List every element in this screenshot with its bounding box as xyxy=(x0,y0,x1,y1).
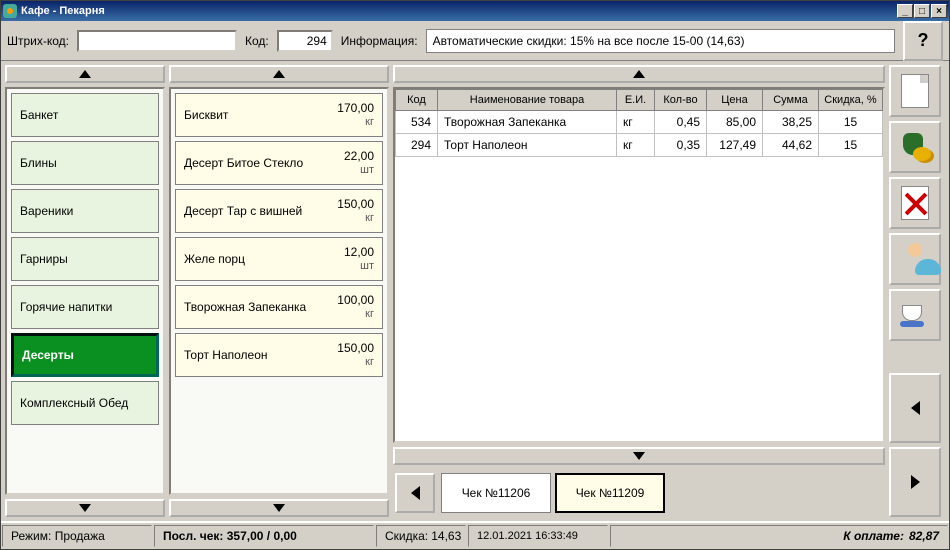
sidebar-prev[interactable] xyxy=(889,373,941,443)
col-disc: Скидка, % xyxy=(819,90,883,111)
categories-scroll-up[interactable] xyxy=(5,65,165,83)
sidebar-next[interactable] xyxy=(889,447,941,517)
receipt-scroll-down[interactable] xyxy=(393,447,885,465)
window-title: Кафе - Пекарня xyxy=(21,5,897,17)
category-button[interactable]: Горячие напитки xyxy=(11,285,159,329)
product-button[interactable]: Десерт Битое Стекло 22,00шт xyxy=(175,141,383,185)
new-doc-button[interactable] xyxy=(889,65,941,117)
product-price: 170,00 xyxy=(337,101,374,115)
app-icon xyxy=(3,4,17,18)
products-scroll-down[interactable] xyxy=(169,499,389,517)
product-button[interactable]: Желе порц 12,00шт xyxy=(175,237,383,281)
category-button[interactable]: Комплексный Обед xyxy=(11,381,159,425)
help-button[interactable]: ? xyxy=(903,21,943,61)
barcode-label: Штрих-код: xyxy=(7,34,69,48)
col-price: Цена xyxy=(707,90,763,111)
product-name: Десерт Битое Стекло xyxy=(184,156,303,170)
code-input[interactable] xyxy=(277,30,333,52)
titlebar: Кафе - Пекарня _ □ × xyxy=(1,1,949,21)
status-last-check: Посл. чек: 357,00 / 0,00 xyxy=(154,525,374,547)
customer-button[interactable] xyxy=(889,233,941,285)
code-label: Код: xyxy=(245,34,269,48)
product-unit: шт xyxy=(344,164,374,177)
product-unit: кг xyxy=(337,116,374,129)
product-unit: шт xyxy=(344,260,374,273)
main-area: БанкетБлиныВареникиГарнирыГорячие напитк… xyxy=(1,61,949,521)
category-button[interactable]: Вареники xyxy=(11,189,159,233)
status-discount: Скидка: 14,63 xyxy=(376,525,466,547)
product-button[interactable]: Бисквит 170,00кг xyxy=(175,93,383,137)
receipt-tab[interactable]: Чек №11206 xyxy=(441,473,551,513)
col-unit: Е.И. xyxy=(617,90,655,111)
close-button[interactable]: × xyxy=(931,4,947,18)
product-unit: кг xyxy=(337,308,374,321)
product-name: Желе порц xyxy=(184,252,245,266)
products-scroll-up[interactable] xyxy=(169,65,389,83)
receipt-table: Код Наименование товара Е.И. Кол-во Цена… xyxy=(395,89,883,157)
product-button[interactable]: Творожная Запеканка 100,00кг xyxy=(175,285,383,329)
category-button[interactable]: Банкет xyxy=(11,93,159,137)
toolbar: Штрих-код: Код: Информация: Автоматическ… xyxy=(1,21,949,61)
payment-button[interactable] xyxy=(889,121,941,173)
info-box: Автоматические скидки: 15% на все после … xyxy=(426,29,895,53)
product-price: 100,00 xyxy=(337,293,374,307)
sidebar xyxy=(889,65,945,517)
categories-list: БанкетБлиныВареникиГарнирыГорячие напитк… xyxy=(5,87,165,495)
receipt-column: Код Наименование товара Е.И. Кол-во Цена… xyxy=(393,65,885,517)
receipt-box: Код Наименование товара Е.И. Кол-во Цена… xyxy=(393,87,885,443)
person-icon xyxy=(902,243,928,275)
col-name: Наименование товара xyxy=(438,90,617,111)
category-button[interactable]: Блины xyxy=(11,141,159,185)
product-price: 150,00 xyxy=(337,341,374,355)
product-price: 22,00 xyxy=(344,149,374,163)
col-sum: Сумма xyxy=(763,90,819,111)
minimize-button[interactable]: _ xyxy=(897,4,913,18)
product-name: Творожная Запеканка xyxy=(184,300,306,314)
product-name: Бисквит xyxy=(184,108,228,122)
status-mode: Режим: Продажа xyxy=(2,525,152,547)
document-icon xyxy=(901,74,929,108)
product-unit: кг xyxy=(337,212,374,225)
product-name: Десерт Тар с вишней xyxy=(184,204,302,218)
product-unit: кг xyxy=(337,356,374,369)
receipt-tab[interactable]: Чек №11209 xyxy=(555,473,665,513)
statusbar: Режим: Продажа Посл. чек: 357,00 / 0,00 … xyxy=(1,521,949,549)
col-qty: Кол-во xyxy=(655,90,707,111)
status-datetime: 12.01.2021 16:33:49 xyxy=(468,525,608,547)
col-code: Код xyxy=(396,90,438,111)
product-button[interactable]: Десерт Тар с вишней 150,00кг xyxy=(175,189,383,233)
tabs-row: Чек №11206Чек №11209 xyxy=(393,469,885,517)
waiter-icon xyxy=(900,301,930,329)
money-icon xyxy=(899,133,931,161)
barcode-input[interactable] xyxy=(77,30,237,52)
category-button[interactable]: Гарниры xyxy=(11,237,159,281)
table-row[interactable]: 294Торт Наполеонкг0,35127,4944,6215 xyxy=(396,134,883,157)
maximize-button[interactable]: □ xyxy=(914,4,930,18)
table-row[interactable]: 534Творожная Запеканкакг0,4585,0038,2515 xyxy=(396,111,883,134)
tabs-prev[interactable] xyxy=(395,473,435,513)
product-price: 150,00 xyxy=(337,197,374,211)
waiter-button[interactable] xyxy=(889,289,941,341)
products-column: Бисквит170,00кгДесерт Битое Стекло22,00ш… xyxy=(169,65,389,517)
info-label: Информация: xyxy=(341,34,418,48)
tabs-holder: Чек №11206Чек №11209 xyxy=(441,473,883,513)
product-price: 12,00 xyxy=(344,245,374,259)
product-name: Торт Наполеон xyxy=(184,348,268,362)
categories-scroll-down[interactable] xyxy=(5,499,165,517)
receipt-scroll-up[interactable] xyxy=(393,65,885,83)
status-total: К оплате: 82,87 xyxy=(610,525,948,547)
category-button[interactable]: Десерты xyxy=(11,333,159,377)
app-window: Кафе - Пекарня _ □ × Штрих-код: Код: Инф… xyxy=(0,0,950,550)
product-button[interactable]: Торт Наполеон 150,00кг xyxy=(175,333,383,377)
categories-column: БанкетБлиныВареникиГарнирыГорячие напитк… xyxy=(5,65,165,517)
delete-button[interactable] xyxy=(889,177,941,229)
products-list: Бисквит170,00кгДесерт Битое Стекло22,00ш… xyxy=(169,87,389,495)
delete-icon xyxy=(901,186,929,220)
